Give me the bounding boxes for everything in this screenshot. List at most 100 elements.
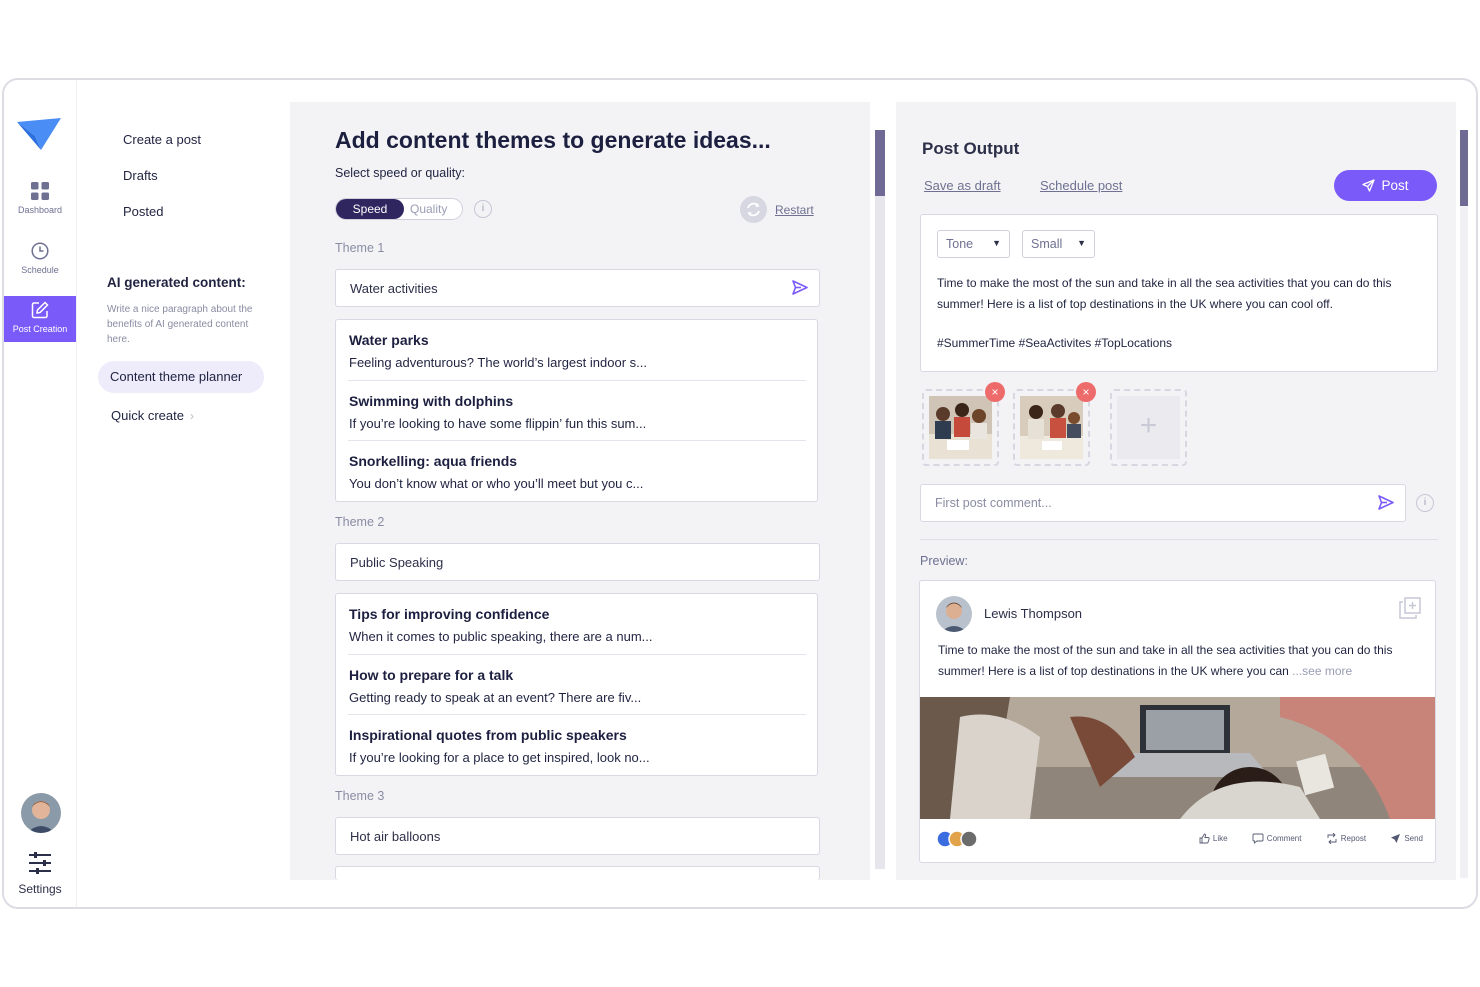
theme-1-ideas: Water parks Feeling adventurous? The wor… (335, 319, 818, 502)
idea-title: Inspirational quotes from public speaker… (349, 727, 627, 743)
image-thumbnail[interactable]: × (1013, 382, 1096, 466)
quality-option[interactable]: Quality (410, 199, 447, 219)
size-value: Small (1031, 237, 1063, 251)
avatar-image (21, 793, 61, 833)
chevron-right-icon: › (189, 409, 194, 423)
speed-option[interactable]: Speed (336, 199, 404, 219)
rail-dashboard[interactable]: Dashboard (4, 182, 76, 215)
idea-snippet: Getting ready to speak at an event? Ther… (349, 690, 642, 705)
meeting-photo (929, 396, 992, 459)
post-body-text[interactable]: Time to make the most of the sun and tak… (937, 273, 1423, 315)
nav-content-theme-planner[interactable]: Content theme planner (98, 361, 264, 393)
chevron-down-icon: ▼ (1077, 238, 1086, 248)
first-comment-input[interactable]: First post comment... (920, 484, 1406, 522)
nav-posted[interactable]: Posted (123, 204, 163, 219)
post-output-title: Post Output (922, 139, 1020, 158)
rail-post-creation[interactable]: Post Creation (4, 296, 76, 342)
sliders-icon (29, 852, 51, 874)
scrollbar-thumb[interactable] (875, 130, 885, 196)
thumbnail-image (1020, 396, 1083, 459)
idea-item[interactable]: How to prepare for a talk Getting ready … (348, 654, 806, 714)
divider (920, 539, 1438, 540)
schedule-post-link[interactable]: Schedule post (1040, 178, 1122, 193)
idea-item[interactable]: Swimming with dolphins If you’re looking… (348, 380, 806, 440)
repost-label: Repost (1340, 834, 1367, 843)
theme-2-value: Public Speaking (350, 555, 444, 570)
thumbs-up-icon (1199, 833, 1210, 844)
remove-image-icon[interactable]: × (1076, 382, 1096, 402)
reactions-icon (936, 830, 978, 848)
paper-plane-icon (1362, 179, 1376, 192)
thumbnail-image (929, 396, 992, 459)
restart-link[interactable]: Restart (775, 203, 814, 217)
scrollbar-thumb[interactable] (1460, 130, 1468, 206)
idea-title: Snorkelling: aqua friends (349, 453, 518, 469)
theme-planner-panel: Add content themes to generate ideas... … (290, 102, 870, 880)
meeting-photo (1020, 396, 1083, 459)
comment-action[interactable]: Comment (1252, 833, 1302, 844)
preview-author-name: Lewis Thompson (984, 606, 1083, 621)
idea-item[interactable]: Water parks Feeling adventurous? The wor… (348, 320, 806, 380)
refresh-icon[interactable] (740, 196, 767, 223)
info-icon[interactable]: i (474, 200, 492, 218)
refresh-glyph (747, 202, 760, 217)
send-icon[interactable] (1378, 495, 1394, 510)
edit-icon (31, 301, 49, 319)
send-label: Send (1404, 834, 1423, 843)
like-action[interactable]: Like (1199, 833, 1228, 844)
ai-content-description: Write a nice paragraph about the benefit… (107, 304, 253, 345)
logo-icon[interactable] (17, 118, 61, 154)
idea-snippet: When it comes to public speaking, there … (349, 629, 653, 644)
laptop-meeting-photo (920, 697, 1435, 819)
nav-quick-create[interactable]: Quick create › (111, 408, 194, 423)
page-title: Add content themes to generate ideas... (335, 127, 771, 153)
idea-item[interactable]: Inspirational quotes from public speaker… (348, 714, 806, 774)
middle-scrollbar[interactable] (875, 130, 885, 869)
comment-label: Comment (1266, 834, 1302, 843)
copy-icon[interactable] (1399, 597, 1421, 619)
idea-title: Tips for improving confidence (349, 606, 550, 622)
rail-dashboard-label: Dashboard (17, 205, 63, 215)
idea-item[interactable]: Snorkelling: aqua friends You don’t know… (348, 440, 806, 500)
theme-2-input[interactable]: Public Speaking (335, 543, 820, 581)
see-more-link[interactable]: ...see more (1292, 664, 1352, 678)
preview-actions: Like Comment Repost Send (1177, 832, 1423, 845)
chevron-down-icon: ▼ (992, 238, 1001, 248)
nav-drafts[interactable]: Drafts (123, 168, 158, 183)
avatar (936, 596, 972, 632)
image-thumbnail[interactable]: × (922, 382, 1005, 466)
post-button-label: Post (1381, 178, 1409, 193)
user-avatar[interactable] (21, 793, 61, 833)
size-dropdown[interactable]: Small ▼ (1022, 230, 1095, 258)
rail-settings[interactable]: Settings (4, 852, 76, 896)
info-icon[interactable]: i (1416, 494, 1434, 512)
speed-quality-toggle[interactable]: Speed Quality (335, 198, 463, 220)
tone-dropdown[interactable]: Tone ▼ (937, 230, 1010, 258)
post-editor[interactable]: Tone ▼ Small ▼ Time to make the most of … (920, 214, 1438, 372)
send-icon (1391, 834, 1401, 843)
rail-post-creation-label: Post Creation (12, 324, 68, 334)
theme-1-input[interactable]: Water activities (335, 269, 820, 307)
remove-image-icon[interactable]: × (985, 382, 1005, 402)
repost-action[interactable]: Repost (1326, 832, 1367, 845)
idea-snippet: You don’t know what or who you’ll meet b… (349, 476, 644, 491)
post-button[interactable]: Post (1334, 170, 1437, 201)
preview-text: Time to make the most of the sun and tak… (938, 640, 1420, 682)
send-icon[interactable] (792, 280, 808, 295)
preview-photo (920, 697, 1435, 819)
clock-icon (31, 242, 49, 260)
theme-3-input[interactable]: Hot air balloons (335, 817, 820, 855)
send-action[interactable]: Send (1390, 834, 1423, 843)
tone-value: Tone (946, 237, 974, 251)
icon-rail: Dashboard Schedule Post Creation Setting… (4, 80, 76, 907)
page-scrollbar[interactable] (1460, 130, 1468, 878)
save-draft-link[interactable]: Save as draft (924, 178, 1001, 193)
post-hashtags[interactable]: #SummerTime #SeaActivites #TopLocations (937, 336, 1172, 350)
add-image-slot[interactable]: + (1110, 389, 1187, 466)
app-window: Dashboard Schedule Post Creation Setting… (2, 78, 1478, 909)
idea-snippet: If you’re looking for a place to get ins… (349, 750, 650, 765)
theme-1-label: Theme 1 (335, 241, 385, 255)
idea-item[interactable]: Tips for improving confidence When it co… (348, 594, 806, 654)
rail-schedule[interactable]: Schedule (4, 242, 76, 275)
nav-create-post[interactable]: Create a post (123, 132, 201, 147)
